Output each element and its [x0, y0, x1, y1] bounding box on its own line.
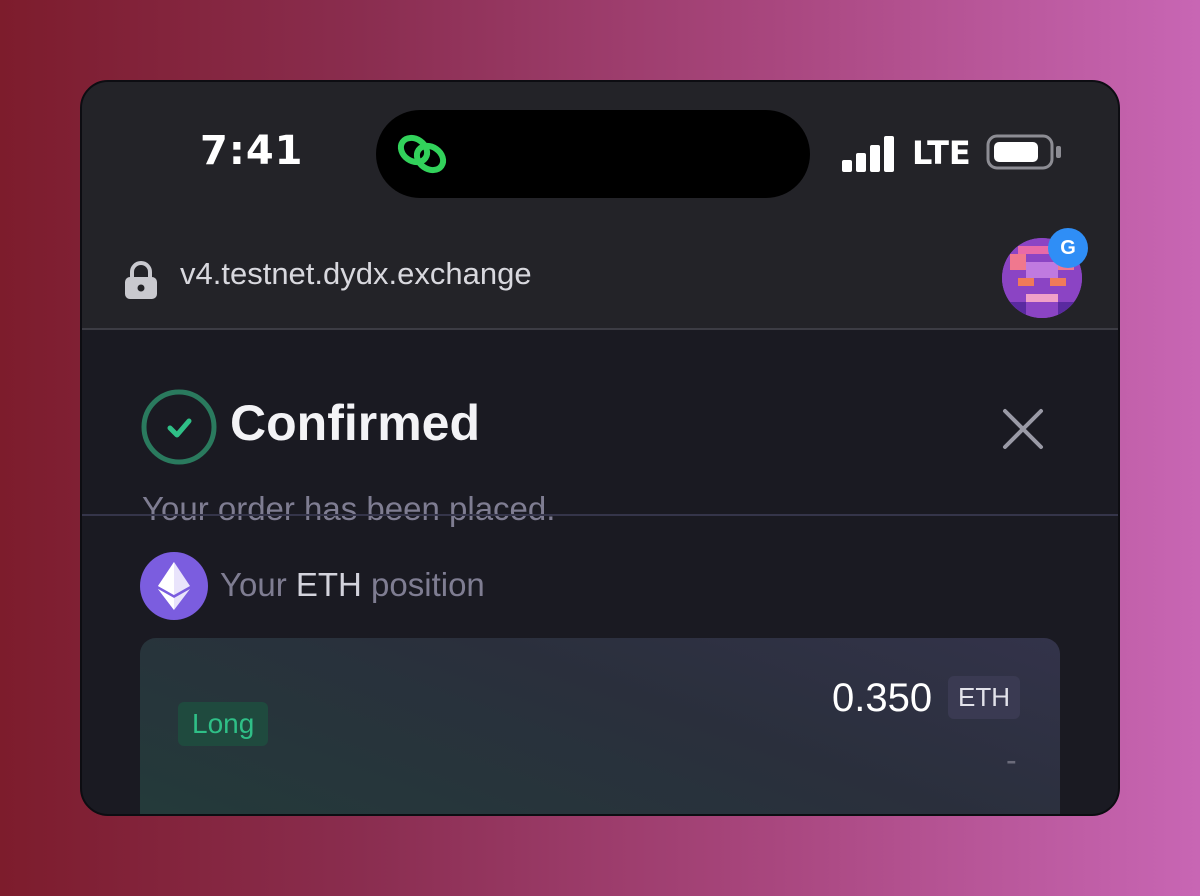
position-asset: ETH	[295, 566, 362, 603]
signal-bars-icon	[842, 136, 894, 172]
position-size: 0.350	[832, 676, 933, 720]
dialog-title: Confirmed	[230, 395, 480, 451]
network-type: LTE	[912, 134, 971, 172]
lock-icon	[125, 261, 157, 299]
battery-icon	[986, 134, 1061, 170]
chrome-divider	[82, 328, 1118, 330]
side-badge: Long	[178, 702, 269, 746]
dialog-subtitle: Your order has been placed.	[142, 490, 556, 527]
position-card: Long 0.350 ETH -	[140, 638, 1060, 814]
phone-screen: 7:41 LTE v4.testnet.dydx.exchange G Conf…	[80, 80, 1120, 816]
link-icon	[397, 134, 447, 174]
position-prefix: Your	[220, 566, 287, 603]
ethereum-glyph	[158, 562, 190, 610]
dynamic-island	[376, 110, 810, 198]
size-unit-tag: ETH	[948, 676, 1020, 719]
status-time: 7:41	[200, 128, 304, 174]
dialog-divider	[82, 514, 1118, 516]
secondary-value: -	[1006, 742, 1017, 778]
address-bar-url[interactable]: v4.testnet.dydx.exchange	[180, 256, 532, 292]
profile-badge: G	[1048, 228, 1088, 268]
close-icon[interactable]	[1000, 406, 1046, 452]
position-heading: Your ETH position	[220, 566, 485, 604]
position-suffix: position	[371, 566, 485, 603]
ethereum-icon	[140, 552, 208, 620]
browser-chrome: 7:41 LTE v4.testnet.dydx.exchange G	[82, 82, 1118, 330]
checkmark-circle-icon	[141, 389, 217, 465]
